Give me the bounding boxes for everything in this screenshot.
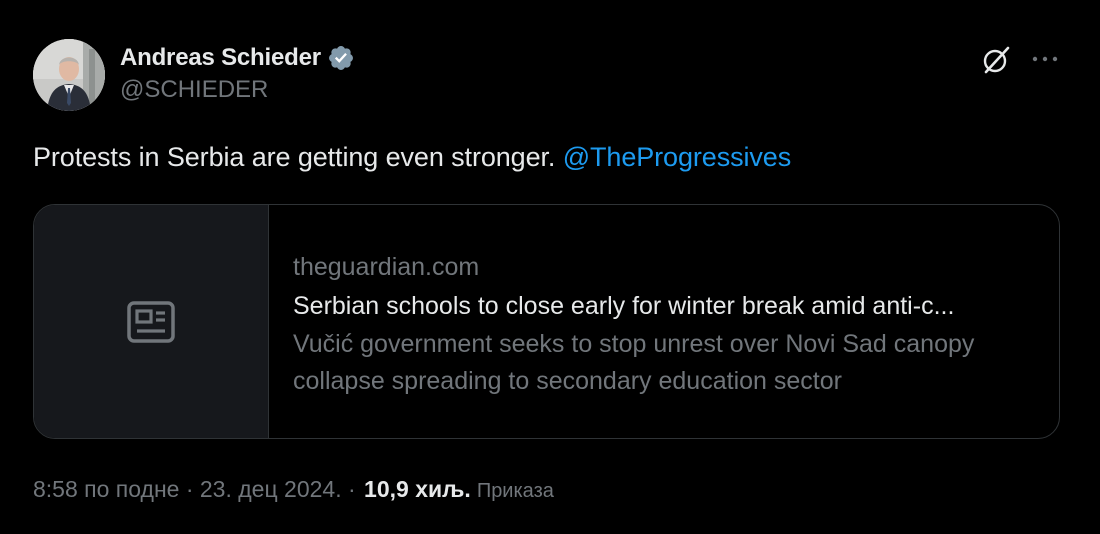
timestamp[interactable]: 8:58 по подне · 23. дец 2024.	[33, 476, 342, 503]
card-title: Serbian schools to close early for winte…	[293, 292, 955, 320]
more-options-icon[interactable]	[1028, 42, 1062, 76]
author-block: Andreas Schieder @SCHIEDER	[120, 41, 355, 104]
avatar[interactable]	[33, 39, 105, 111]
avatar-image	[33, 39, 105, 111]
meta-separator: ·	[341, 476, 363, 502]
article-icon	[127, 300, 175, 343]
card-body: theguardian.com Serbian schools to close…	[269, 205, 1057, 438]
link-card[interactable]: theguardian.com Serbian schools to close…	[33, 204, 1060, 439]
card-thumbnail	[34, 205, 269, 438]
tweet-body: Protests in Serbia are getting even stro…	[33, 142, 563, 172]
tweet-meta: 8:58 по подне · 23. дец 2024. · 10,9 хиљ…	[33, 476, 554, 503]
tweet[interactable]: Andreas Schieder @SCHIEDER Protests in S…	[0, 0, 1100, 534]
card-domain: theguardian.com	[293, 253, 480, 281]
card-description: Vučić government seeks to stop unrest ov…	[293, 330, 975, 395]
grok-icon[interactable]	[978, 42, 1014, 78]
author-name-row: Andreas Schieder	[120, 41, 355, 75]
verified-badge-icon[interactable]	[327, 44, 355, 72]
mention-link[interactable]: @TheProgressives	[563, 142, 791, 172]
views-count: 10,9 хиљ.	[364, 476, 471, 502]
author-handle[interactable]: @SCHIEDER	[120, 76, 355, 104]
views-label: Приказа	[476, 480, 554, 502]
tweet-text: Protests in Serbia are getting even stro…	[33, 142, 791, 173]
author-name[interactable]: Andreas Schieder	[120, 44, 321, 72]
